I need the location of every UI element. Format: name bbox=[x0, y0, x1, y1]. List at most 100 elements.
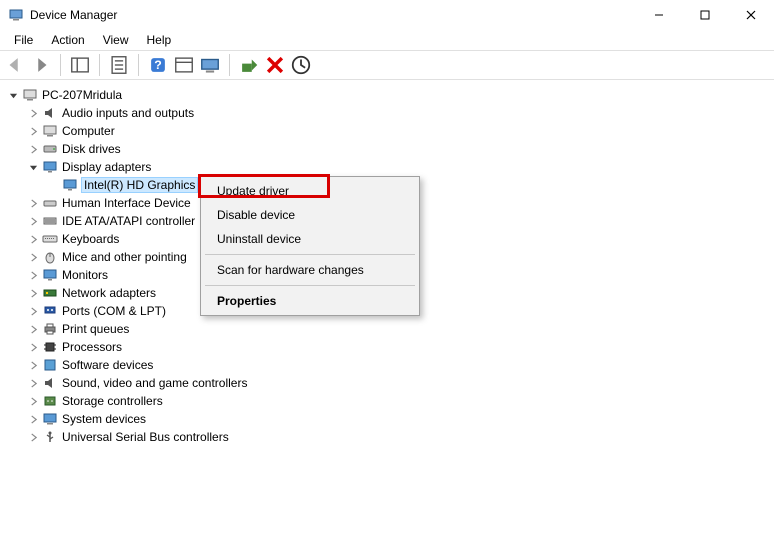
chevron-right-icon[interactable] bbox=[26, 430, 40, 444]
minimize-button[interactable] bbox=[636, 0, 682, 30]
enable-button[interactable] bbox=[238, 54, 260, 76]
computer-icon bbox=[22, 87, 38, 103]
action-button[interactable] bbox=[173, 54, 195, 76]
maximize-button[interactable] bbox=[682, 0, 728, 30]
tree-root-label: PC-207Mridula bbox=[42, 88, 122, 102]
chevron-right-icon[interactable] bbox=[26, 358, 40, 372]
arrow-spacer bbox=[46, 178, 60, 192]
toolbar-separator bbox=[60, 54, 61, 76]
uninstall-button[interactable] bbox=[264, 54, 286, 76]
menu-help[interactable]: Help bbox=[139, 31, 180, 49]
context-properties[interactable]: Properties bbox=[203, 289, 417, 313]
context-separator bbox=[205, 254, 415, 255]
tree-item-label: Universal Serial Bus controllers bbox=[62, 430, 229, 444]
tree-item-label: IDE ATA/ATAPI controller bbox=[62, 214, 195, 228]
tree-item-label: Monitors bbox=[62, 268, 108, 282]
tree-item-label: Display adapters bbox=[62, 160, 151, 174]
chevron-right-icon[interactable] bbox=[26, 268, 40, 282]
software-icon bbox=[42, 357, 58, 373]
back-button[interactable] bbox=[4, 54, 26, 76]
computer-icon bbox=[42, 123, 58, 139]
port-icon bbox=[42, 303, 58, 319]
chevron-right-icon[interactable] bbox=[26, 394, 40, 408]
properties-button[interactable] bbox=[108, 54, 130, 76]
tree-item-label: Human Interface Device bbox=[62, 196, 191, 210]
titlebar: Device Manager bbox=[0, 0, 774, 30]
chevron-right-icon[interactable] bbox=[26, 412, 40, 426]
scan-button[interactable] bbox=[199, 54, 221, 76]
tree-item-label: Processors bbox=[62, 340, 122, 354]
menu-file[interactable]: File bbox=[6, 31, 41, 49]
tree-item-label: Disk drives bbox=[62, 142, 121, 156]
tree-item-disk[interactable]: Disk drives bbox=[24, 140, 770, 158]
toolbar-separator bbox=[229, 54, 230, 76]
tree-item-print[interactable]: Print queues bbox=[24, 320, 770, 338]
forward-button[interactable] bbox=[30, 54, 52, 76]
usb-icon bbox=[42, 429, 58, 445]
chevron-right-icon[interactable] bbox=[26, 124, 40, 138]
chevron-down-icon[interactable] bbox=[26, 160, 40, 174]
tree-item-display[interactable]: Display adapters bbox=[24, 158, 770, 176]
chevron-right-icon[interactable] bbox=[26, 106, 40, 120]
chevron-right-icon[interactable] bbox=[26, 340, 40, 354]
tree-item-label: Keyboards bbox=[62, 232, 119, 246]
keyboard-icon bbox=[42, 231, 58, 247]
context-separator bbox=[205, 285, 415, 286]
show-hide-tree-button[interactable] bbox=[69, 54, 91, 76]
system-icon bbox=[42, 411, 58, 427]
help-button[interactable]: ? bbox=[147, 54, 169, 76]
chevron-down-icon[interactable] bbox=[6, 88, 20, 102]
chevron-right-icon[interactable] bbox=[26, 250, 40, 264]
tree-item-label: Network adapters bbox=[62, 286, 156, 300]
toolbar: ? bbox=[0, 50, 774, 80]
tree-item-label: Ports (COM & LPT) bbox=[62, 304, 166, 318]
chevron-right-icon[interactable] bbox=[26, 214, 40, 228]
chevron-right-icon[interactable] bbox=[26, 286, 40, 300]
toolbar-separator bbox=[138, 54, 139, 76]
tree-item-label: Sound, video and game controllers bbox=[62, 376, 247, 390]
menubar: File Action View Help bbox=[0, 30, 774, 50]
display-icon bbox=[42, 159, 58, 175]
tree-item-processors[interactable]: Processors bbox=[24, 338, 770, 356]
context-disable-device[interactable]: Disable device bbox=[203, 203, 417, 227]
tree-pane: PC-207Mridula Audio inputs and outputs C… bbox=[0, 80, 774, 549]
tree-item-label: Print queues bbox=[62, 322, 129, 336]
chevron-right-icon[interactable] bbox=[26, 322, 40, 336]
tree-item-storage[interactable]: Storage controllers bbox=[24, 392, 770, 410]
tree-item-software[interactable]: Software devices bbox=[24, 356, 770, 374]
monitor-icon bbox=[42, 267, 58, 283]
tree-item-label: Computer bbox=[62, 124, 115, 138]
tree-item-label: System devices bbox=[62, 412, 146, 426]
speaker-icon bbox=[42, 105, 58, 121]
ide-icon bbox=[42, 213, 58, 229]
tree-item-label: Software devices bbox=[62, 358, 153, 372]
chevron-right-icon[interactable] bbox=[26, 142, 40, 156]
app-icon bbox=[8, 7, 24, 23]
menu-action[interactable]: Action bbox=[43, 31, 92, 49]
tree-item-sound[interactable]: Sound, video and game controllers bbox=[24, 374, 770, 392]
update-button[interactable] bbox=[290, 54, 312, 76]
speaker-icon bbox=[42, 375, 58, 391]
tree-root[interactable]: PC-207Mridula bbox=[4, 86, 770, 104]
context-menu: Update driver Disable device Uninstall d… bbox=[200, 176, 420, 316]
chevron-right-icon[interactable] bbox=[26, 304, 40, 318]
context-update-driver[interactable]: Update driver bbox=[203, 179, 417, 203]
menu-view[interactable]: View bbox=[95, 31, 137, 49]
display-icon bbox=[62, 177, 78, 193]
toolbar-separator bbox=[99, 54, 100, 76]
chevron-right-icon[interactable] bbox=[26, 196, 40, 210]
context-scan-hardware[interactable]: Scan for hardware changes bbox=[203, 258, 417, 282]
chevron-right-icon[interactable] bbox=[26, 376, 40, 390]
tree-item-system[interactable]: System devices bbox=[24, 410, 770, 428]
tree-item-computer[interactable]: Computer bbox=[24, 122, 770, 140]
tree-item-audio[interactable]: Audio inputs and outputs bbox=[24, 104, 770, 122]
tree-item-label: Mice and other pointing bbox=[62, 250, 187, 264]
context-uninstall-device[interactable]: Uninstall device bbox=[203, 227, 417, 251]
chevron-right-icon[interactable] bbox=[26, 232, 40, 246]
cpu-icon bbox=[42, 339, 58, 355]
printer-icon bbox=[42, 321, 58, 337]
close-button[interactable] bbox=[728, 0, 774, 30]
tree-item-usb[interactable]: Universal Serial Bus controllers bbox=[24, 428, 770, 446]
storage-icon bbox=[42, 393, 58, 409]
disk-icon bbox=[42, 141, 58, 157]
